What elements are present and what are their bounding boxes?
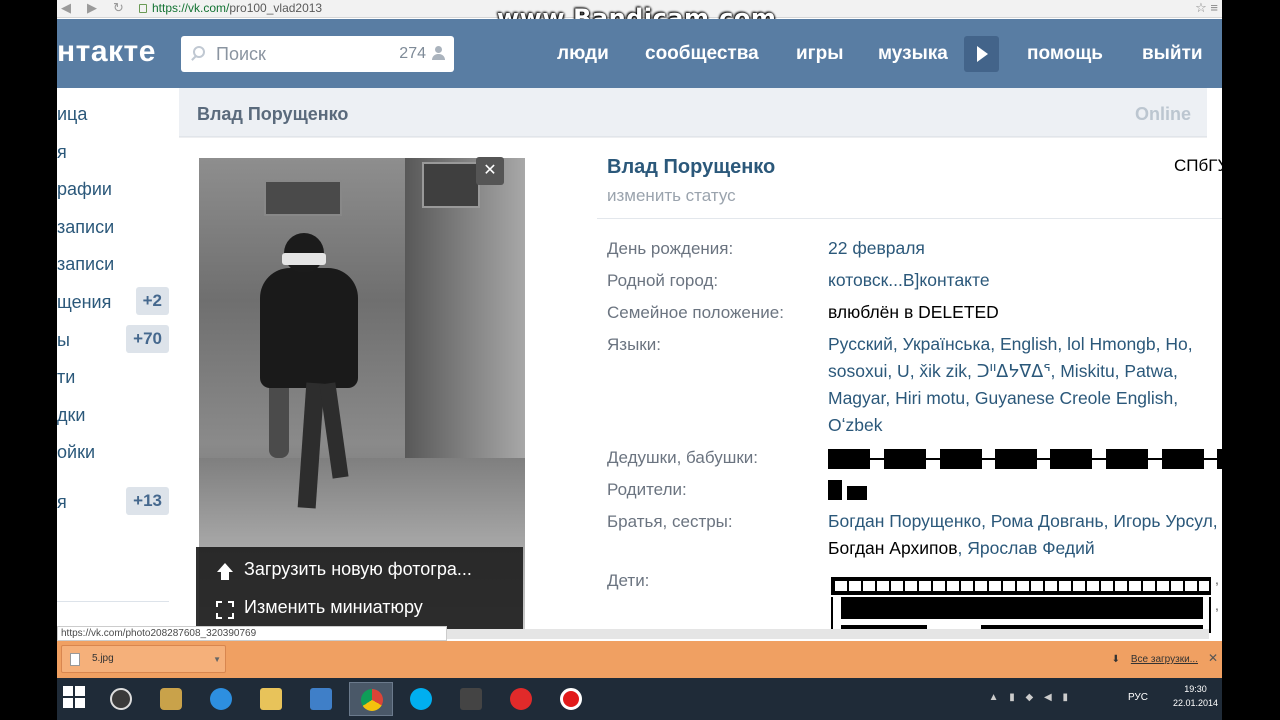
screen: ◀ ▶ ↻ https://vk.com/pro100_vlad2013 ☆ ≡… bbox=[57, 0, 1222, 720]
site-logo[interactable]: нтакте bbox=[57, 35, 156, 69]
online-status: Online bbox=[1134, 104, 1191, 124]
counter-badge: +70 bbox=[126, 325, 169, 353]
nav-music[interactable]: музыка bbox=[878, 43, 948, 65]
download-arrow-icon: ⬇ bbox=[1111, 654, 1120, 665]
file-explorer-icon[interactable] bbox=[249, 682, 293, 716]
back-icon[interactable]: ◀ bbox=[61, 0, 71, 16]
clock-time: 19:30 bbox=[1184, 684, 1207, 694]
system-tray-icons[interactable]: ▲ ▮ ◆ ◀ ▮ bbox=[989, 692, 1072, 703]
internet-explorer-icon[interactable] bbox=[199, 682, 243, 716]
counter-badge: +2 bbox=[135, 287, 169, 315]
left-menu-item[interactable]: я bbox=[57, 142, 169, 172]
system-clock[interactable]: 19:30 22.01.2014 bbox=[1173, 682, 1218, 710]
music-play-button[interactable] bbox=[964, 36, 999, 72]
upload-photo-button[interactable]: Загрузить новую фотогра... bbox=[196, 553, 523, 589]
delete-photo-button[interactable]: ✕ bbox=[476, 157, 504, 185]
link-status-bar: https://vk.com/photo208287608_320390769 bbox=[57, 626, 447, 641]
reload-icon[interactable]: ↻ bbox=[113, 0, 124, 16]
search-icon bbox=[193, 46, 205, 58]
close-icon[interactable]: ✕ bbox=[1208, 651, 1218, 665]
birthday-link[interactable]: 22 февраля bbox=[828, 235, 1222, 262]
profile-page: Влад Порущенко Online ✕ Загрузить новую … bbox=[179, 88, 1222, 633]
left-menu-item[interactable]: щения +2 bbox=[57, 287, 169, 322]
relationship-value: влюблён в DELETED bbox=[828, 302, 999, 322]
languages-links[interactable]: Русский, Українська, English, lol Hmongb… bbox=[828, 331, 1222, 439]
user-icon bbox=[432, 46, 445, 60]
search-placeholder: Поиск bbox=[216, 44, 266, 64]
edit-status-link[interactable]: изменить статус bbox=[607, 186, 736, 206]
file-icon bbox=[70, 653, 80, 666]
photo-actions-menu: Загрузить новую фотогра... Изменить мини… bbox=[196, 547, 523, 633]
media-player-icon[interactable] bbox=[99, 682, 143, 716]
forward-icon[interactable]: ▶ bbox=[87, 0, 97, 16]
profile-content: ✕ Загрузить новую фотогра... Изменить ми… bbox=[179, 138, 1222, 633]
taskbar: ▲ ▮ ◆ ◀ ▮ РУС 19:30 22.01.2014 bbox=[57, 678, 1222, 720]
left-menu-item[interactable]: дки bbox=[57, 405, 169, 435]
redacted-children: , , bbox=[831, 571, 1219, 633]
download-file-name: 5.jpg bbox=[92, 653, 114, 664]
site-header: нтакте Поиск 274 люди сообщества игры му… bbox=[57, 19, 1222, 88]
page-header: Влад Порущенко Online bbox=[179, 88, 1207, 137]
university[interactable]: СПбГУ bbox=[1174, 156, 1222, 176]
left-menu-item[interactable]: записи bbox=[57, 217, 169, 247]
divider bbox=[597, 218, 1222, 219]
bandicam-icon[interactable] bbox=[549, 682, 593, 716]
skype-icon[interactable] bbox=[399, 682, 443, 716]
horizontal-scrollbar[interactable] bbox=[447, 629, 1209, 639]
nav-communities[interactable]: сообщества bbox=[645, 43, 759, 65]
counter-strike-icon[interactable] bbox=[449, 682, 493, 716]
bookmark-star-icon[interactable]: ☆ ≡ bbox=[1195, 0, 1218, 16]
chevron-down-icon[interactable]: ▼ bbox=[213, 655, 221, 664]
yandex-browser-icon[interactable] bbox=[499, 682, 543, 716]
url-path: pro100_vlad2013 bbox=[229, 1, 323, 15]
profile-name: Влад Порущенко bbox=[607, 156, 776, 178]
nav-games[interactable]: игры bbox=[796, 43, 843, 65]
clock-date: 22.01.2014 bbox=[1172, 698, 1218, 708]
online-friends-count: 274 bbox=[399, 45, 426, 62]
edit-thumbnail-button[interactable]: Изменить миниатюру bbox=[196, 591, 523, 627]
mail-icon[interactable] bbox=[299, 682, 343, 716]
search-input[interactable]: Поиск 274 bbox=[181, 36, 454, 72]
language-indicator[interactable]: РУС bbox=[1128, 692, 1148, 703]
divider bbox=[57, 601, 169, 602]
page-header-name: Влад Порущенко bbox=[197, 104, 349, 124]
hometown-link[interactable]: котовск...В]контакте bbox=[828, 267, 1222, 294]
nav-logout[interactable]: выйти bbox=[1142, 43, 1203, 65]
left-menu-item[interactable]: я +13 bbox=[57, 487, 169, 522]
url-field[interactable]: https://vk.com/pro100_vlad2013 bbox=[139, 1, 322, 15]
redacted-grandparents bbox=[828, 449, 1222, 469]
start-button[interactable] bbox=[63, 686, 85, 708]
left-menu-item[interactable]: ица bbox=[57, 104, 169, 134]
url-host: https://vk.com/ bbox=[152, 1, 230, 15]
nav-help[interactable]: помощь bbox=[1027, 43, 1103, 65]
game-app-icon[interactable] bbox=[149, 682, 193, 716]
siblings-links[interactable]: Богдан Порущенко, Рома Довгань, Игорь Ур… bbox=[828, 508, 1222, 562]
counter-badge: +13 bbox=[126, 487, 169, 515]
left-menu-item[interactable]: рафии bbox=[57, 179, 169, 209]
left-menu-item[interactable]: ойки bbox=[57, 442, 169, 472]
download-item[interactable]: 5.jpg ▼ bbox=[61, 645, 226, 673]
all-downloads-link[interactable]: Все загрузки... bbox=[1131, 654, 1198, 665]
left-menu-item[interactable]: ти bbox=[57, 367, 169, 397]
chrome-icon[interactable] bbox=[349, 682, 393, 716]
left-menu-item[interactable]: записи bbox=[57, 254, 169, 284]
crop-icon bbox=[216, 601, 234, 619]
lock-icon bbox=[139, 4, 147, 13]
left-menu-item[interactable]: ы +70 bbox=[57, 325, 169, 360]
redacted-parents bbox=[828, 480, 868, 500]
nav-people[interactable]: люди bbox=[557, 43, 609, 65]
downloads-bar: 5.jpg ▼ ⬇ Все загрузки... ✕ bbox=[57, 641, 1222, 678]
upload-icon bbox=[216, 563, 234, 581]
